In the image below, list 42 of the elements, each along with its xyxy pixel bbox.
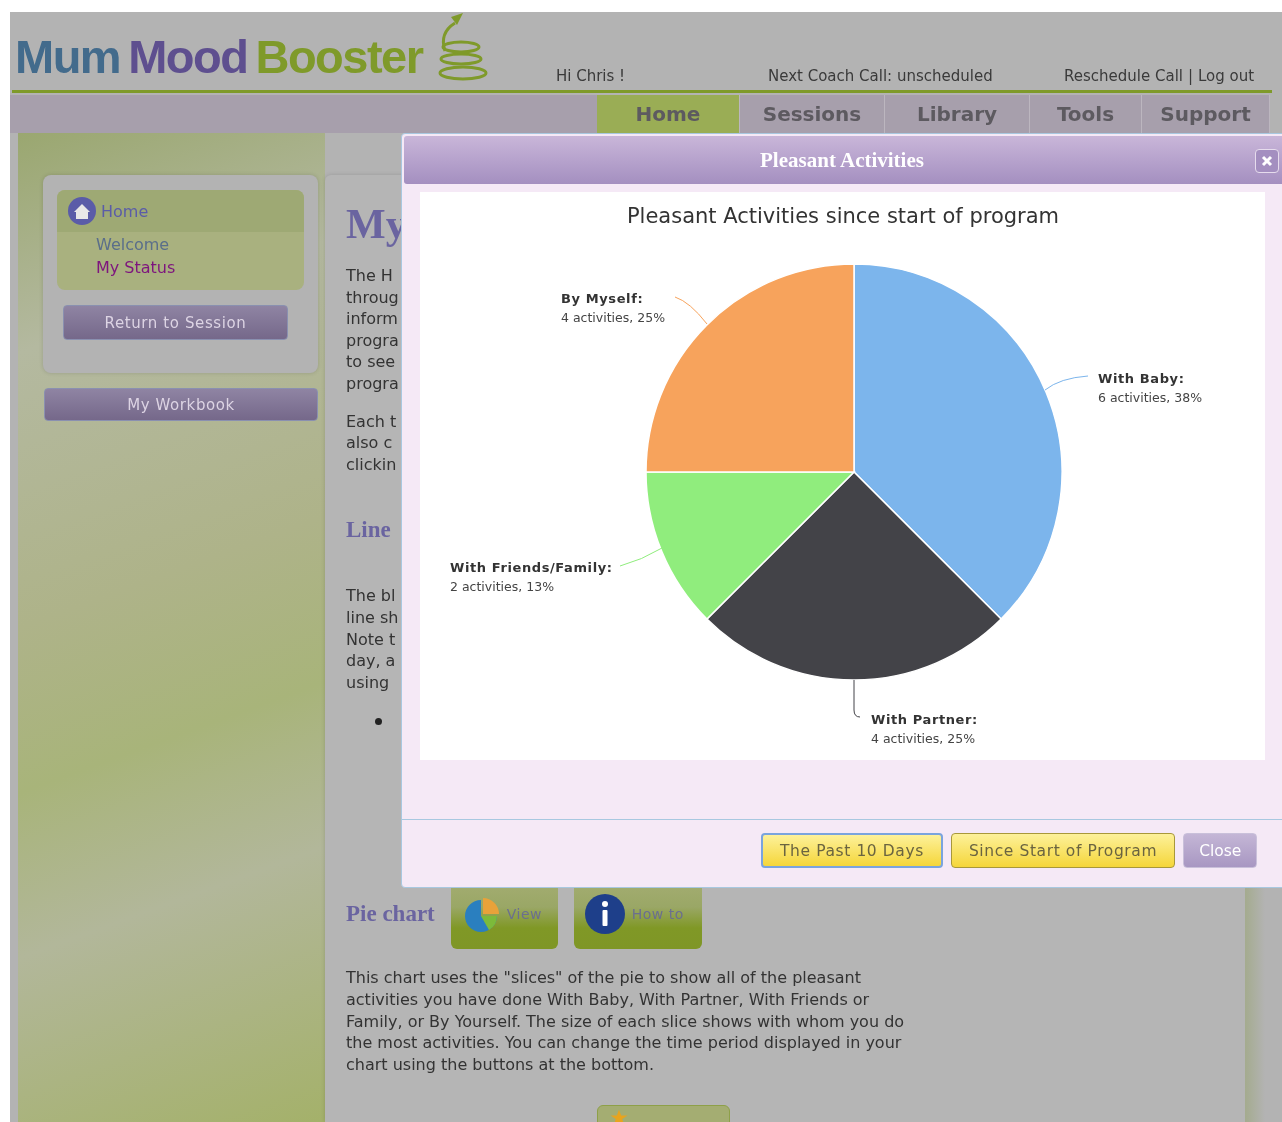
slice-label: By Myself:: [561, 291, 644, 306]
slice-value: 4 activities, 25%: [561, 310, 665, 325]
workbook-button[interactable]: My Workbook: [44, 388, 318, 421]
star-icon: [610, 1109, 628, 1122]
close-icon: [1261, 155, 1273, 167]
bullet-icon: [375, 718, 382, 726]
info-text: Each t also c clickin: [346, 410, 397, 476]
sidebar-link[interactable]: Welcome: [57, 233, 304, 256]
line-chart-text: The bl line sh Note t day, a using: [346, 585, 399, 694]
nav-tab[interactable]: Home: [597, 95, 740, 133]
section-heading: Pie chart: [346, 900, 435, 929]
leader-line: [853, 679, 861, 718]
reschedule-link[interactable]: Reschedule Call: [1064, 67, 1183, 85]
logo: Mum Mood Booster: [15, 32, 425, 82]
sidebar-link[interactable]: My Status: [57, 256, 304, 279]
link-separator: |: [1187, 67, 1194, 85]
logout-link[interactable]: Log out: [1198, 67, 1255, 85]
chart-title: Pleasant Activities since start of program: [626, 204, 1060, 228]
section-heading: Line: [346, 516, 391, 545]
slice-label: With Partner:: [871, 712, 978, 727]
close-button[interactable]: [1255, 149, 1279, 173]
page-heading: My: [346, 201, 407, 247]
greeting: Hi Chris !: [556, 67, 627, 85]
slice-label: With Friends/Family:: [450, 560, 613, 575]
leader-line: [619, 547, 663, 567]
slice-value: 2 activities, 13%: [450, 579, 554, 594]
home-icon: [67, 196, 97, 226]
period-button[interactable]: Since Start of Program: [950, 833, 1176, 868]
info-icon: [583, 893, 626, 936]
next-call-status: Next Coach Call: unscheduled: [768, 67, 994, 85]
period-button[interactable]: The Past 10 Days: [761, 833, 943, 868]
return-to-session-button[interactable]: Return to Session: [63, 305, 288, 340]
slice-label: With Baby:: [1098, 371, 1185, 386]
leader-line: [674, 296, 708, 325]
home-link[interactable]: Home: [101, 201, 149, 221]
dialog-title: Pleasant Activities: [760, 147, 924, 173]
intro-text: The H throug inform progra to see progra: [346, 265, 399, 395]
close-button[interactable]: Close: [1183, 833, 1258, 868]
pie-chart-description: This chart uses the "slices" of the pie to show all of the pleasant activities you have done With Baby, With Partner, With Friends or Family, or By Yourself. The size of each slice shows with whom you do the most activities. You can change the time period displayed in your chart using the buttons at the bottom.: [346, 967, 906, 1076]
slice-value: 6 activities, 38%: [1098, 390, 1202, 405]
slice-value: 4 activities, 25%: [871, 731, 975, 746]
leader-line: [1044, 375, 1089, 391]
